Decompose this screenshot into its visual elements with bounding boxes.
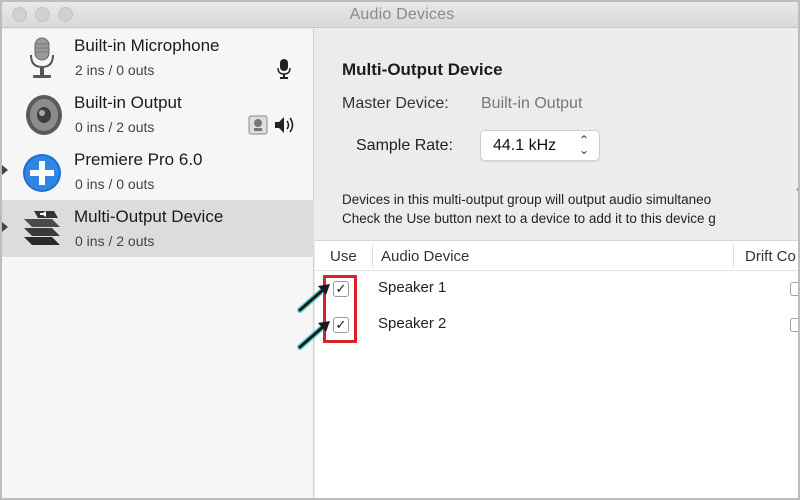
- microphone-icon: [30, 37, 54, 78]
- master-device-label: Master Device:: [342, 95, 449, 112]
- device-name: Premiere Pro 6.0: [74, 150, 203, 169]
- device-io: 0 ins / 2 outs: [75, 119, 155, 135]
- device-io: 0 ins / 2 outs: [75, 233, 155, 249]
- device-cell: Speaker 1: [378, 279, 447, 296]
- device-name: Multi-Output Device: [74, 207, 224, 226]
- device-item-built-in-output[interactable]: Built-in Output 0 ins / 2 outs: [2, 86, 314, 143]
- title-bar: Audio Devices: [2, 2, 798, 28]
- speaker-icon: [26, 95, 62, 135]
- device-item-premiere-pro[interactable]: Premiere Pro 6.0 0 ins / 0 outs: [2, 143, 314, 200]
- disclosure-arrow-icon[interactable]: [2, 222, 8, 232]
- device-io: 0 ins / 0 outs: [75, 176, 155, 192]
- multi-output-icon: [24, 211, 60, 245]
- column-use[interactable]: Use: [330, 248, 357, 265]
- table-row[interactable]: ✓ Speaker 1: [315, 271, 798, 307]
- sample-rate-value: 44.1 kHz: [493, 137, 557, 154]
- device-detail-panel: Multi-Output Device Master Device: Built…: [315, 29, 798, 498]
- annotation-arrow-icon: [297, 284, 330, 313]
- device-name: Built-in Microphone: [74, 36, 220, 55]
- description-line-1: Devices in this multi-output group will …: [342, 192, 712, 207]
- table-header: Use Audio Device Drift Co: [315, 241, 798, 271]
- drift-correction-checkbox[interactable]: [790, 282, 798, 296]
- column-divider: [733, 245, 734, 267]
- sample-rate-label: Sample Rate:: [356, 137, 453, 154]
- device-item-built-in-microphone[interactable]: Built-in Microphone 2 ins / 0 outs: [2, 29, 314, 86]
- device-io: 2 ins / 0 outs: [75, 62, 155, 78]
- device-name: Built-in Output: [74, 93, 182, 112]
- device-sidebar: Built-in Microphone 2 ins / 0 outs Built…: [2, 29, 314, 498]
- disclosure-arrow-icon[interactable]: [2, 165, 8, 175]
- annotation-arrows: [297, 284, 330, 350]
- sample-rate-select[interactable]: 44.1 kHz ⌃ ⌄: [480, 130, 600, 161]
- finder-alert-icon: [248, 115, 268, 135]
- plus-circle-icon: [23, 154, 61, 192]
- column-audio-device[interactable]: Audio Device: [381, 248, 469, 265]
- column-drift-correction[interactable]: Drift Co: [745, 248, 796, 265]
- master-device-select[interactable]: Built-in Output: [481, 95, 582, 113]
- device-table: Use Audio Device Drift Co ✓ Speaker 1 ✓ …: [315, 240, 798, 498]
- annotation-arrow-icon: [297, 321, 330, 350]
- table-row[interactable]: ✓ Speaker 2: [315, 307, 798, 343]
- column-divider: [372, 245, 373, 267]
- page-title: Multi-Output Device: [342, 60, 503, 79]
- updown-chevron-icon: ⌃ ⌄: [578, 133, 590, 157]
- device-item-multi-output-device[interactable]: Multi-Output Device 0 ins / 2 outs: [2, 200, 314, 257]
- output-volume-icon: [275, 117, 294, 133]
- input-mic-indicator-icon: [277, 59, 291, 79]
- drift-correction-checkbox[interactable]: [790, 318, 798, 332]
- audio-devices-window: Audio Devices Built-in Microphone 2 ins …: [0, 0, 800, 500]
- window-title: Audio Devices: [349, 6, 455, 23]
- device-cell: Speaker 2: [378, 315, 447, 332]
- description-line-2: Check the Use button next to a device to…: [342, 211, 716, 226]
